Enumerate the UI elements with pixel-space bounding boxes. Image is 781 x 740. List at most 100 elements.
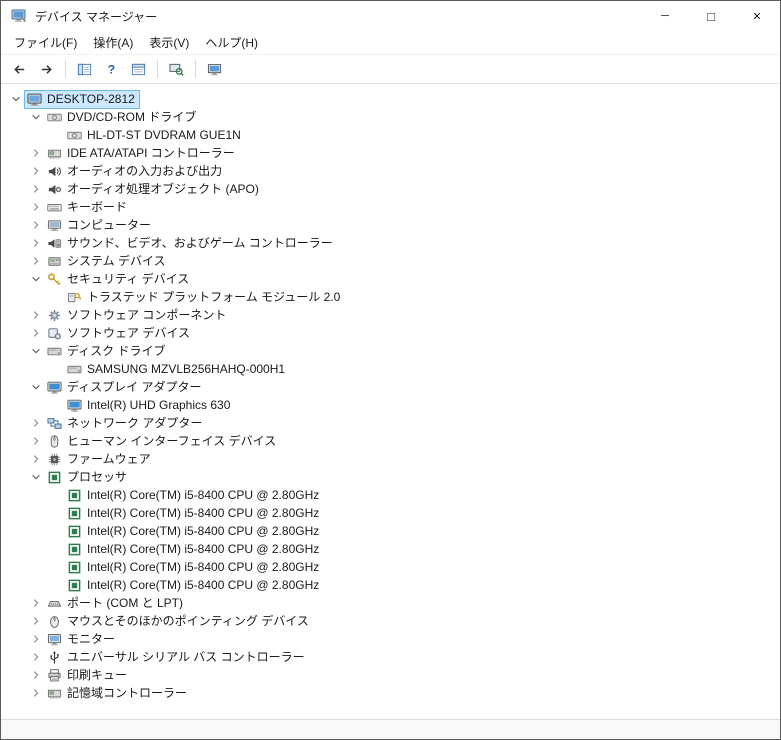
tree-item[interactable]: マウスとそのほかのポインティング デバイス [1,612,780,630]
tree-item[interactable]: Intel(R) Core(TM) i5-8400 CPU @ 2.80GHz [1,522,780,540]
tree-item-content[interactable]: Intel(R) Core(TM) i5-8400 CPU @ 2.80GHz [64,486,324,505]
chevron-right-icon[interactable] [27,325,44,341]
tree-item-content[interactable]: オーディオ処理オブジェクト (APO) [44,180,264,199]
tree-item[interactable]: 印刷キュー [1,666,780,684]
tree-item-content[interactable]: Intel(R) Core(TM) i5-8400 CPU @ 2.80GHz [64,558,324,577]
tree-item-content[interactable]: ネットワーク アダプター [44,414,207,433]
chevron-right-icon[interactable] [27,217,44,233]
tree-item-content[interactable]: ソフトウェア デバイス [44,324,195,343]
chevron-right-icon[interactable] [27,415,44,431]
properties-button[interactable] [126,57,151,81]
chevron-right-icon[interactable] [27,595,44,611]
tree-item[interactable]: ヒューマン インターフェイス デバイス [1,432,780,450]
tree-item-content[interactable]: DESKTOP-2812 [24,89,140,109]
tree-item[interactable]: ソフトウェア コンポーネント [1,306,780,324]
chevron-down-icon[interactable] [27,343,44,359]
maximize-button[interactable]: □ [688,1,734,31]
tree-item[interactable]: コンピューター [1,216,780,234]
tree-item-content[interactable]: ファームウェア [44,450,156,469]
tree-item[interactable]: トラステッド プラットフォーム モジュール 2.0 [1,288,780,306]
tree-item-content[interactable]: セキュリティ デバイス [44,270,194,289]
tree-item-content[interactable]: DVD/CD-ROM ドライブ [44,108,201,127]
tree-item[interactable]: Intel(R) Core(TM) i5-8400 CPU @ 2.80GHz [1,540,780,558]
chevron-right-icon[interactable] [27,451,44,467]
tree-item[interactable]: ディスプレイ アダプター [1,378,780,396]
chevron-right-icon[interactable] [27,253,44,269]
tree-item-content[interactable]: トラステッド プラットフォーム モジュール 2.0 [64,288,345,307]
chevron-down-icon[interactable] [27,109,44,125]
tree-item[interactable]: サウンド、ビデオ、およびゲーム コントローラー [1,234,780,252]
tree-item[interactable]: 記憶域コントローラー [1,684,780,702]
chevron-right-icon[interactable] [27,181,44,197]
tree-item[interactable]: ユニバーサル シリアル バス コントローラー [1,648,780,666]
help-button[interactable]: ? [99,57,124,81]
chevron-right-icon[interactable] [27,685,44,701]
navigate-forward-button[interactable] [34,57,59,81]
chevron-right-icon[interactable] [27,235,44,251]
tree-item[interactable]: キーボード [1,198,780,216]
tree-item[interactable]: Intel(R) Core(TM) i5-8400 CPU @ 2.80GHz [1,558,780,576]
tree-item-content[interactable]: HL-DT-ST DVDRAM GUE1N [64,126,246,145]
tree-item-content[interactable]: Intel(R) Core(TM) i5-8400 CPU @ 2.80GHz [64,522,324,541]
tree-item-content[interactable]: コンピューター [44,216,156,235]
tree-item[interactable]: Intel(R) Core(TM) i5-8400 CPU @ 2.80GHz [1,504,780,522]
tree-item[interactable]: システム デバイス [1,252,780,270]
tree-item[interactable]: Intel(R) Core(TM) i5-8400 CPU @ 2.80GHz [1,576,780,594]
tree-item-content[interactable]: ヒューマン インターフェイス デバイス [44,432,281,451]
tree-item[interactable]: プロセッサ [1,468,780,486]
chevron-down-icon[interactable] [27,469,44,485]
show-console-tree-button[interactable] [72,57,97,81]
tree-item[interactable]: ディスク ドライブ [1,342,780,360]
tree-item-content[interactable]: キーボード [44,198,132,217]
chevron-right-icon[interactable] [27,433,44,449]
tree-item[interactable]: ファームウェア [1,450,780,468]
tree-item-content[interactable]: モニター [44,630,120,649]
chevron-right-icon[interactable] [27,307,44,323]
tree-item[interactable]: IDE ATA/ATAPI コントローラー [1,144,780,162]
menu-item-view[interactable]: 表示(V) [141,31,197,54]
tree-item[interactable]: オーディオの入力および出力 [1,162,780,180]
tree-item[interactable]: セキュリティ デバイス [1,270,780,288]
minimize-button[interactable]: ─ [642,1,688,31]
chevron-right-icon[interactable] [27,667,44,683]
tree-item-content[interactable]: 印刷キュー [44,666,132,685]
menu-item-file[interactable]: ファイル(F) [6,31,85,54]
chevron-down-icon[interactable] [27,271,44,287]
tree-item[interactable]: モニター [1,630,780,648]
tree-item-content[interactable]: ディスプレイ アダプター [44,378,207,397]
tree-item[interactable]: ネットワーク アダプター [1,414,780,432]
tree-item[interactable]: ソフトウェア デバイス [1,324,780,342]
chevron-down-icon[interactable] [7,91,24,107]
tree-item-content[interactable]: システム デバイス [44,252,171,271]
tree-item-content[interactable]: Intel(R) Core(TM) i5-8400 CPU @ 2.80GHz [64,576,324,595]
navigate-back-button[interactable] [7,57,32,81]
tree-item-content[interactable]: 記憶域コントローラー [44,684,192,703]
tree-item-content[interactable]: Intel(R) Core(TM) i5-8400 CPU @ 2.80GHz [64,540,324,559]
chevron-right-icon[interactable] [27,649,44,665]
tree-item-content[interactable]: ディスク ドライブ [44,342,171,361]
tree-item-content[interactable]: ソフトウェア コンポーネント [44,306,231,325]
tree-item-content[interactable]: Intel(R) Core(TM) i5-8400 CPU @ 2.80GHz [64,504,324,523]
tree-item[interactable]: ポート (COM と LPT) [1,594,780,612]
tree-item-content[interactable]: IDE ATA/ATAPI コントローラー [44,144,240,163]
tree-item[interactable]: HL-DT-ST DVDRAM GUE1N [1,126,780,144]
close-button[interactable]: ✕ [734,1,780,31]
tree-item-content[interactable]: プロセッサ [44,468,132,487]
tree-item[interactable]: DESKTOP-2812 [1,89,780,109]
tree-item[interactable]: DVD/CD-ROM ドライブ [1,108,780,126]
tree-item-content[interactable]: SAMSUNG MZVLB256HAHQ-000H1 [64,360,290,379]
menu-item-action[interactable]: 操作(A) [85,31,141,54]
tree-item-content[interactable]: マウスとそのほかのポインティング デバイス [44,612,314,631]
chevron-down-icon[interactable] [27,379,44,395]
tree-item-content[interactable]: Intel(R) UHD Graphics 630 [64,396,235,415]
tree-item[interactable]: オーディオ処理オブジェクト (APO) [1,180,780,198]
chevron-right-icon[interactable] [27,631,44,647]
chevron-right-icon[interactable] [27,163,44,179]
tree-item-content[interactable]: オーディオの入力および出力 [44,162,227,181]
tree-item-content[interactable]: ポート (COM と LPT) [44,594,188,613]
legacy-hardware-button[interactable] [202,57,227,81]
tree-item-content[interactable]: サウンド、ビデオ、およびゲーム コントローラー [44,234,338,253]
menu-item-help[interactable]: ヘルプ(H) [197,31,266,54]
tree-item[interactable]: Intel(R) UHD Graphics 630 [1,396,780,414]
tree-item-content[interactable]: ユニバーサル シリアル バス コントローラー [44,648,310,667]
